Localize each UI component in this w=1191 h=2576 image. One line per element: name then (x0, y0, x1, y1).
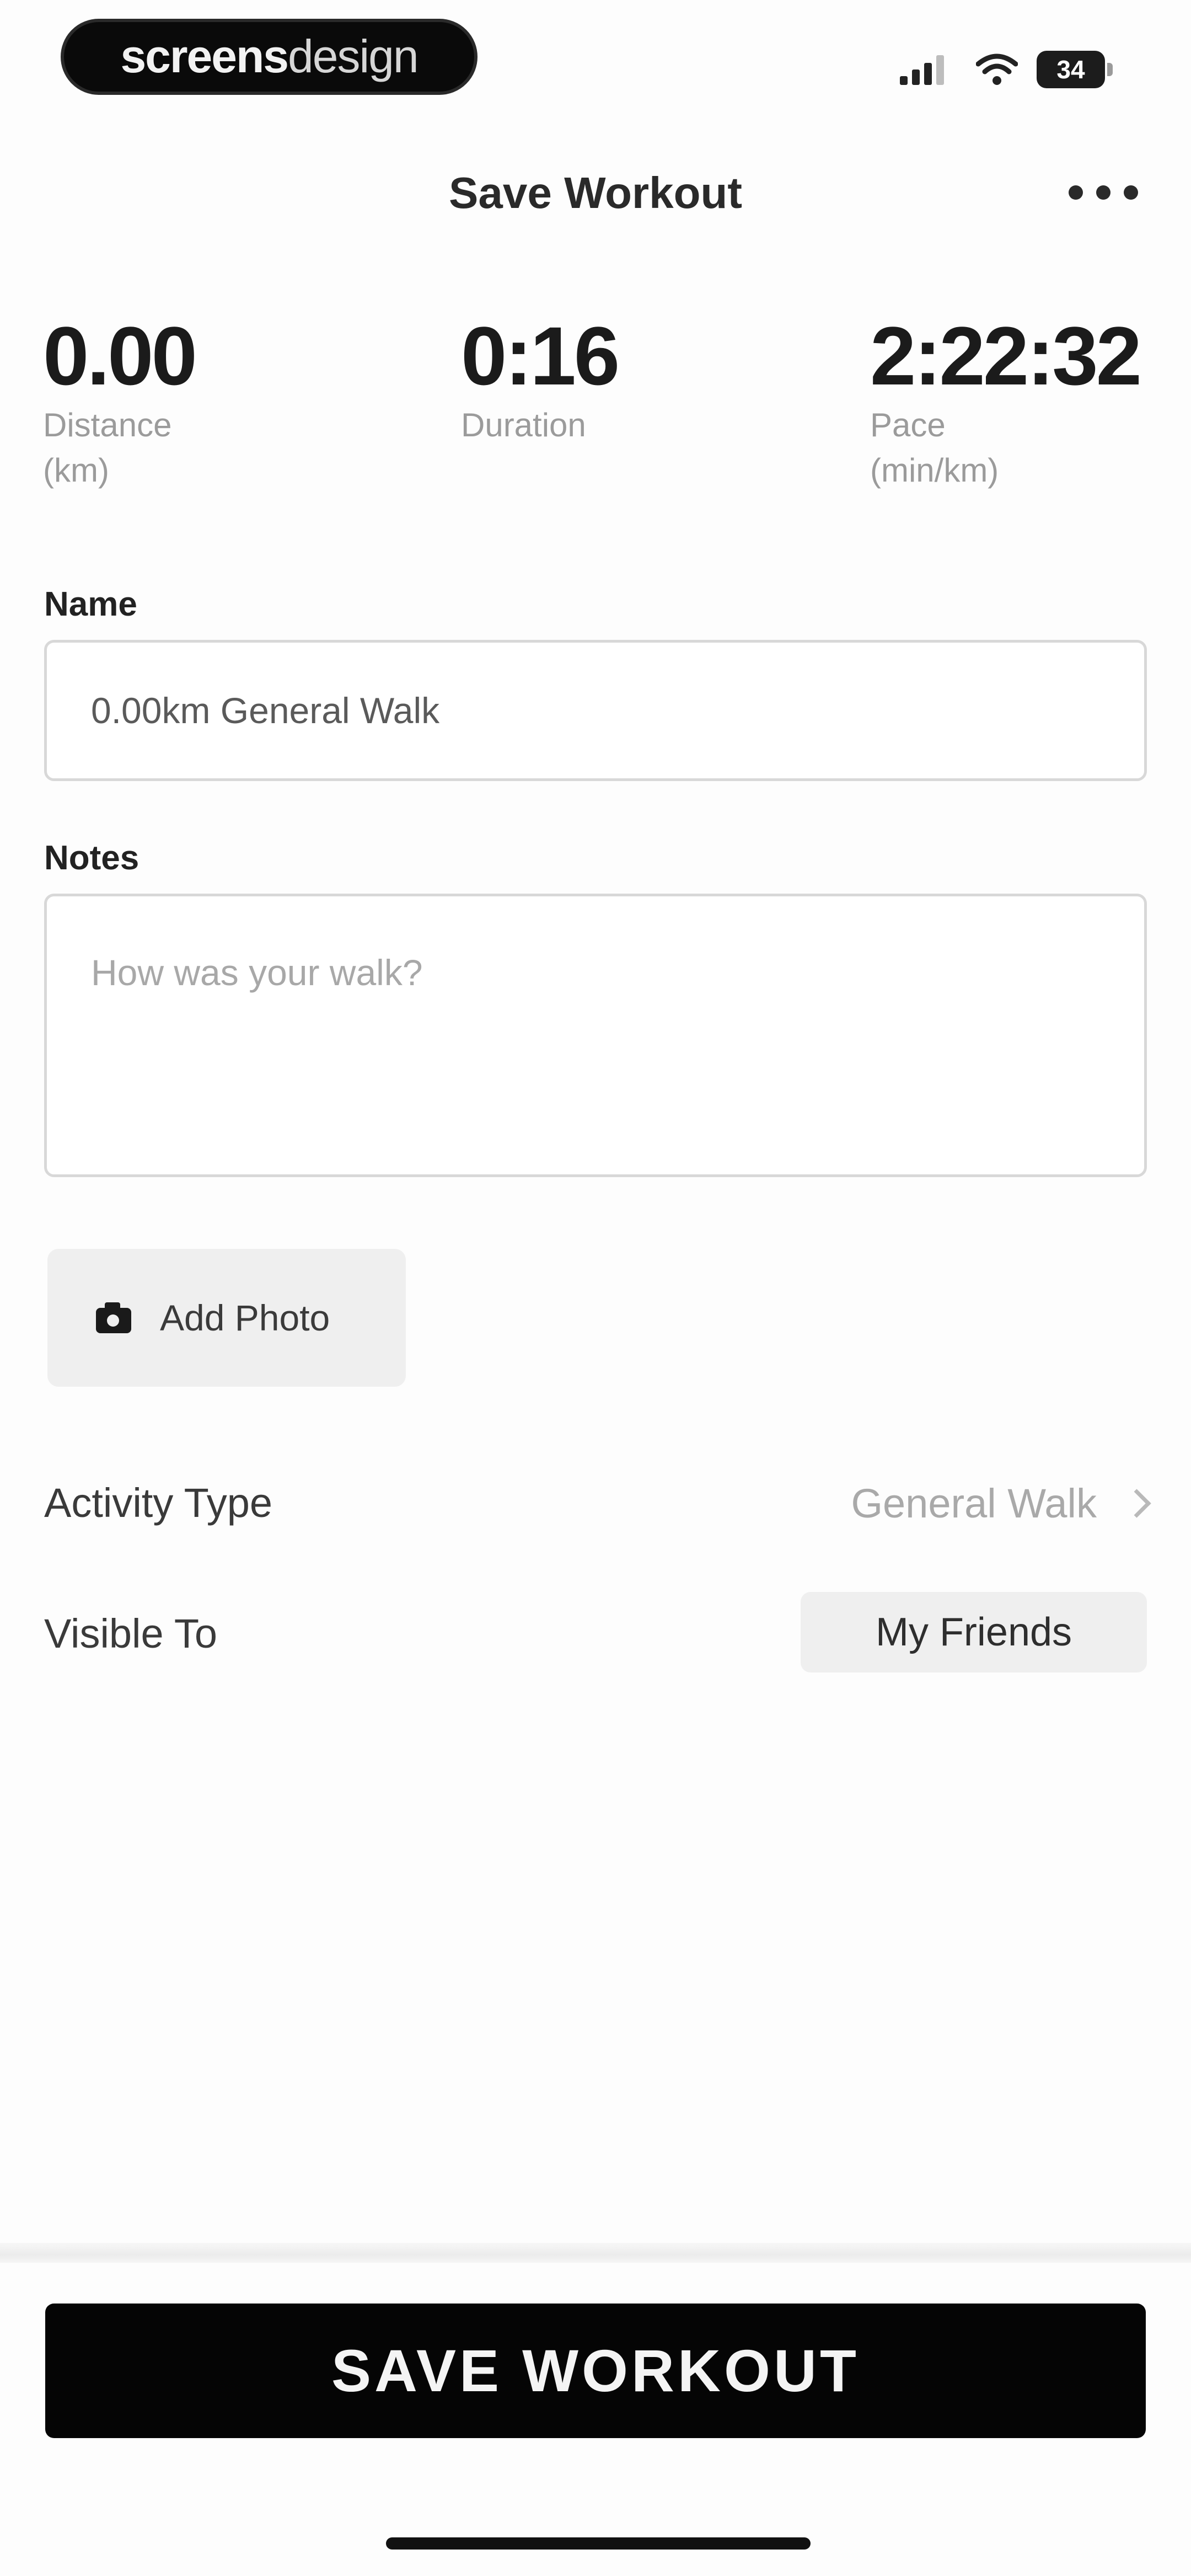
visibility-selector[interactable]: My Friends (801, 1592, 1147, 1672)
stat-distance: 0.00 Distance (km) (43, 309, 225, 493)
status-bar: screensdesign 34 (0, 0, 1191, 110)
name-input[interactable] (44, 640, 1147, 781)
brand-logo-light: design (288, 30, 419, 82)
activity-type-label: Activity Type (44, 1480, 273, 1526)
stat-duration: 0:16 Duration (461, 309, 643, 448)
camera-icon (96, 1302, 131, 1333)
more-horizontal-icon[interactable] (1069, 182, 1138, 204)
distance-value: 0.00 (43, 309, 197, 402)
notes-label: Notes (44, 839, 140, 877)
notes-input[interactable] (44, 894, 1147, 1177)
distance-label: Distance (km) (43, 407, 172, 489)
add-photo-button[interactable]: Add Photo (47, 1249, 406, 1387)
brand-logo-bold: screens (120, 30, 289, 82)
activity-type-selector[interactable]: General Walk (851, 1476, 1155, 1531)
signal-icon (900, 55, 944, 85)
page-title: Save Workout (449, 168, 742, 217)
pace-value: 2:22:32 (870, 309, 1142, 402)
duration-label: Duration (461, 407, 586, 443)
wifi-icon (975, 53, 1018, 86)
pace-label: Pace (min/km) (870, 407, 999, 489)
add-photo-label: Add Photo (160, 1297, 330, 1338)
chevron-right-icon (1122, 1488, 1151, 1518)
save-workout-button[interactable]: SAVE WORKOUT (45, 2304, 1146, 2438)
battery-level: 34 (1037, 51, 1105, 88)
name-label: Name (44, 585, 137, 623)
brand-logo: screensdesign (61, 19, 478, 95)
activity-type-value: General Walk (851, 1480, 1097, 1526)
home-indicator (386, 2537, 811, 2550)
duration-value: 0:16 (461, 309, 620, 402)
battery-icon: 34 (1037, 51, 1114, 88)
stat-pace: 2:22:32 Pace (min/km) (870, 309, 1142, 493)
footer-divider (0, 2243, 1191, 2263)
visible-to-label: Visible To (44, 1611, 218, 1656)
